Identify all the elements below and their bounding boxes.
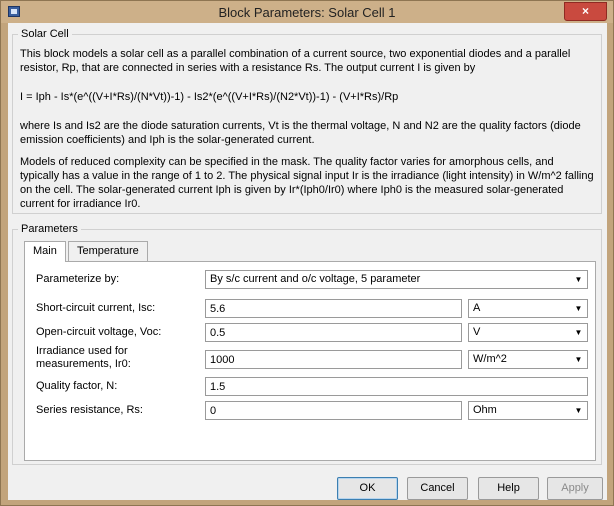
output-current-equation: I = Iph - Is*(e^((V+I*Rs)/(N*Vt))-1) - I… (20, 91, 399, 103)
ir0-unit-select[interactable]: W/m^2 ▼ (468, 350, 588, 369)
voc-unit-value: V (473, 326, 481, 338)
parameterize-by-label: Parameterize by: (36, 273, 120, 285)
series-resistance-label: Series resistance, Rs: (36, 404, 143, 416)
isc-field[interactable] (205, 299, 462, 318)
description-paragraph: This block models a solar cell as a para… (20, 48, 571, 74)
dialog-window: Block Parameters: Solar Cell 1 × Solar C… (0, 0, 614, 506)
cancel-button[interactable]: Cancel (407, 477, 468, 500)
close-button[interactable]: × (564, 2, 607, 21)
ir0-label-line2: measurements, Ir0: (36, 358, 131, 370)
parameterize-by-value: By s/c current and o/c voltage, 5 parame… (210, 273, 421, 285)
voc-field[interactable] (205, 323, 462, 342)
description-paragraph: where Is and Is2 are the diode saturatio… (20, 120, 581, 146)
voc-unit-select[interactable]: V ▼ (468, 323, 588, 342)
chevron-down-icon[interactable]: ▼ (572, 404, 585, 417)
chevron-down-icon[interactable]: ▼ (572, 302, 585, 315)
series-resistance-field[interactable] (205, 401, 462, 420)
quality-factor-field[interactable] (205, 377, 588, 396)
isc-unit-value: A (473, 302, 481, 314)
chevron-down-icon[interactable]: ▼ (572, 326, 585, 339)
dialog-body: Solar Cell This block models a solar cel… (8, 23, 607, 500)
series-resistance-unit-select[interactable]: Ohm ▼ (468, 401, 588, 420)
series-resistance-unit-value: Ohm (473, 404, 497, 416)
ir0-unit-value: W/m^2 (473, 353, 507, 365)
isc-label: Short-circuit current, Isc: (36, 302, 156, 314)
chevron-down-icon[interactable]: ▼ (572, 353, 585, 366)
parameters-legend: Parameters (18, 223, 81, 235)
chevron-down-icon[interactable]: ▼ (572, 273, 585, 286)
voc-label: Open-circuit voltage, Voc: (36, 326, 162, 338)
main-tab-panel: Parameterize by: By s/c current and o/c … (24, 261, 596, 461)
tab-main[interactable]: Main (24, 241, 66, 262)
help-button[interactable]: Help (478, 477, 539, 500)
tab-temperature[interactable]: Temperature (68, 241, 148, 261)
quality-factor-label: Quality factor, N: (36, 380, 118, 392)
block-description-legend: Solar Cell (18, 28, 72, 40)
ir0-field[interactable] (205, 350, 462, 369)
ok-button[interactable]: OK (337, 477, 398, 500)
ir0-label-line1: Irradiance used for (36, 345, 128, 357)
apply-button[interactable]: Apply (547, 477, 603, 500)
window-title: Block Parameters: Solar Cell 1 (218, 5, 396, 20)
parameterize-by-select[interactable]: By s/c current and o/c voltage, 5 parame… (205, 270, 588, 289)
isc-unit-select[interactable]: A ▼ (468, 299, 588, 318)
title-bar[interactable]: Block Parameters: Solar Cell 1 × (1, 1, 613, 23)
description-paragraph: Models of reduced complexity can be spec… (20, 156, 594, 210)
